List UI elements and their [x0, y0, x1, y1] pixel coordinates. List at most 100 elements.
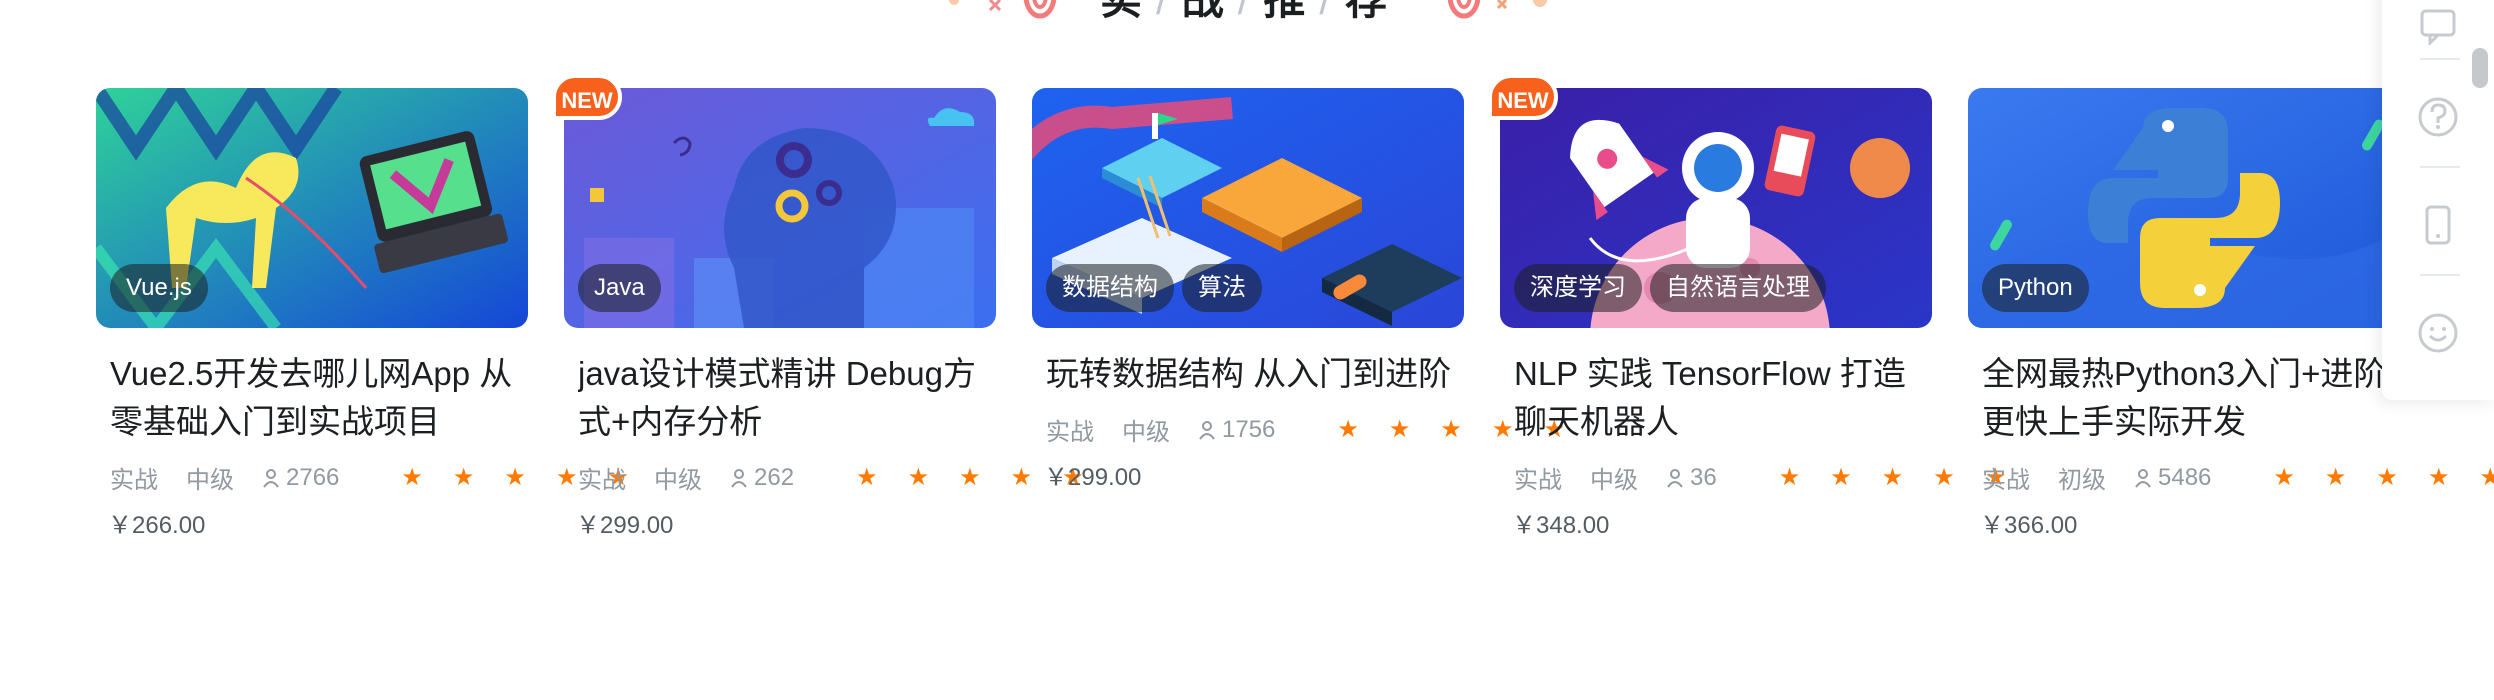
course-type: 实战	[1982, 467, 2030, 494]
course-price: ￥299.00	[576, 512, 674, 539]
toolbar-divider	[2420, 58, 2460, 60]
course-tag[interactable]: 自然语言处理	[1650, 264, 1826, 312]
title-separator: /	[1319, 0, 1337, 23]
course-title[interactable]: 全网最热Python3入门+进阶 更快上手实际开发	[1982, 350, 2398, 446]
course-tag[interactable]: Java	[578, 264, 661, 312]
course-title[interactable]: Vue2.5开发去哪儿网App 从零基础入门到实战项目	[110, 350, 526, 446]
course-level: 中级	[186, 467, 234, 494]
star-icon: ★	[1440, 416, 1462, 443]
tag-list: Python	[1982, 264, 2089, 312]
user-icon	[2135, 468, 2151, 488]
toolbar-divider	[2420, 166, 2460, 168]
student-count-value: 2766	[286, 463, 340, 491]
course-tag[interactable]: 数据结构	[1046, 264, 1174, 312]
student-count: 1756	[1198, 416, 1303, 444]
star-icon: ★	[1010, 464, 1033, 491]
user-icon	[731, 468, 747, 488]
star-icon: ★	[452, 464, 475, 491]
course-price: ￥299.00	[1044, 464, 1142, 491]
course-thumbnail[interactable]: Vue.js	[96, 88, 528, 328]
toolbar-divider	[2420, 274, 2460, 276]
student-count-value: 262	[754, 463, 795, 491]
star-icon: ★	[1881, 464, 1904, 491]
star-icon: ★	[1933, 464, 1955, 491]
course-card[interactable]: 数据结构 算法 玩转数据结构 从入门到进阶 实战 中级 1756 ★ ★ ★ ★ ★ ￥…	[1032, 88, 1565, 558]
course-thumbnail[interactable]: Java	[564, 88, 996, 328]
student-count-value: 5486	[2158, 463, 2212, 491]
star-icon: ★	[1388, 416, 1411, 443]
star-icon: ★	[907, 464, 930, 491]
section-heading: 实 / 战 / 推 / 荐	[0, 0, 2494, 26]
star-icon: ★	[2427, 464, 2450, 491]
course-level: 中级	[654, 467, 702, 494]
course-card[interactable]: Python 全网最热Python3入门+进阶 更快上手实际开发 实战 初级 5…	[1968, 88, 2494, 558]
user-icon	[263, 468, 279, 488]
floating-toolbar	[2382, 0, 2494, 400]
star-icon: ★	[401, 464, 423, 491]
section-title-char: 实	[1100, 0, 1148, 23]
course-tag[interactable]: Python	[1982, 264, 2089, 312]
course-thumbnail[interactable]: 深度学习 自然语言处理	[1500, 88, 1932, 328]
rating-stars: ★ ★ ★ ★ ★	[2273, 463, 2494, 492]
student-count-value: 36	[1690, 463, 1717, 491]
course-tag[interactable]: 深度学习	[1514, 264, 1642, 312]
tag-list: 深度学习 自然语言处理	[1514, 264, 1826, 312]
course-price: ￥266.00	[108, 512, 206, 539]
feedback-icon	[2418, 313, 2458, 353]
course-type: 实战	[110, 467, 158, 494]
course-thumbnail[interactable]: 数据结构 算法	[1032, 88, 1464, 328]
star-icon: ★	[1778, 464, 1801, 491]
mobile-app-button[interactable]	[2382, 180, 2494, 270]
star-icon: ★	[959, 464, 981, 491]
section-title: 实 / 战 / 推 / 荐	[1100, 0, 1393, 27]
title-separator: /	[1156, 0, 1174, 23]
user-icon	[1667, 468, 1683, 488]
course-title[interactable]: java设计模式精讲 Debug方式+内存分析	[578, 350, 994, 446]
course-type: 实战	[578, 467, 626, 494]
tag-list: Java	[578, 264, 661, 312]
course-title[interactable]: NLP 实践 TensorFlow 打造聊天机器人	[1514, 350, 1930, 446]
course-thumbnail[interactable]: Python	[1968, 88, 2400, 328]
new-badge: NEW	[1488, 74, 1558, 120]
course-level: 中级	[1590, 467, 1638, 494]
student-count: 5486	[2134, 464, 2239, 492]
section-title-char: 荐	[1345, 0, 1393, 23]
course-tag[interactable]: 算法	[1182, 264, 1262, 312]
star-icon: ★	[2273, 464, 2295, 491]
course-tag[interactable]: Vue.js	[110, 264, 208, 312]
decoration-left-icon	[949, 0, 1057, 19]
course-card[interactable]: Vue.js Vue2.5开发去哪儿网App 从零基础入门到实战项目 实战 中级…	[96, 88, 629, 558]
student-count: 2766	[262, 464, 367, 492]
student-count: 36	[1666, 464, 1745, 492]
student-count-value: 1756	[1222, 415, 1276, 443]
section-title-char: 推	[1263, 0, 1311, 23]
star-icon: ★	[856, 464, 878, 491]
decoration-right-icon	[1447, 0, 1547, 19]
course-meta: 实战 中级 36 ★ ★ ★ ★ ★	[1514, 460, 2034, 495]
tag-list: Vue.js	[110, 264, 208, 312]
user-icon	[1199, 420, 1215, 440]
star-icon: ★	[2324, 464, 2347, 491]
scrollbar-thumb[interactable]	[2472, 48, 2488, 88]
mobile-icon	[2425, 205, 2451, 245]
course-title[interactable]: 玩转数据结构 从入门到进阶	[1046, 350, 1462, 398]
course-price: ￥348.00	[1512, 512, 1610, 539]
feedback-button[interactable]	[2382, 288, 2494, 378]
star-icon: ★	[504, 464, 526, 491]
title-separator: /	[1238, 0, 1256, 23]
help-icon	[2418, 97, 2458, 137]
section-title-char: 战	[1182, 0, 1230, 23]
chat-icon	[2420, 9, 2456, 45]
star-icon: ★	[2479, 464, 2494, 491]
course-card[interactable]: 深度学习 自然语言处理 NEW NLP 实践 TensorFlow 打造聊天机器…	[1488, 74, 2006, 558]
course-card[interactable]: Java NEW java设计模式精讲 Debug方式+内存分析 实战 中级 2…	[552, 74, 1084, 558]
star-icon: ★	[1830, 464, 1852, 491]
new-badge: NEW	[552, 74, 622, 120]
course-price: ￥366.00	[1980, 512, 2078, 539]
course-level: 中级	[1122, 419, 1170, 446]
course-type: 实战	[1046, 419, 1094, 446]
star-icon: ★	[2376, 464, 2398, 491]
course-meta: 实战 初级 5486 ★ ★ ★ ★ ★	[1982, 460, 2494, 495]
course-type: 实战	[1514, 467, 1562, 494]
course-level: 初级	[2058, 467, 2106, 494]
